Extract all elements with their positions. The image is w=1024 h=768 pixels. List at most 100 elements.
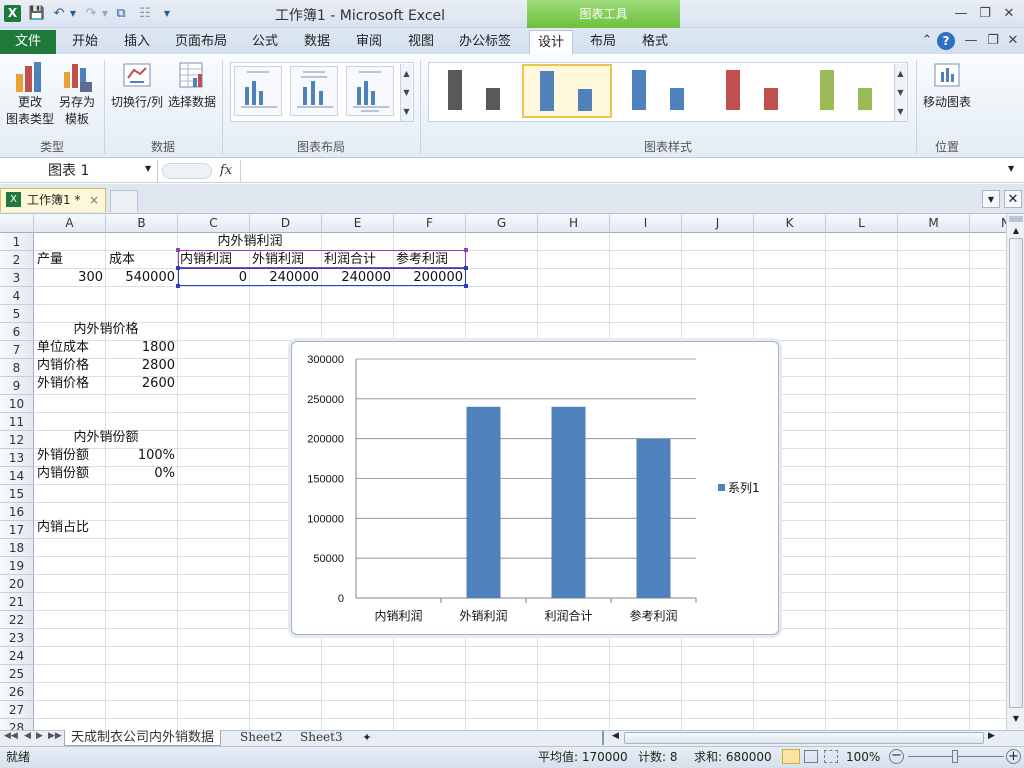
close-window-icon[interactable]: ✕ <box>998 4 1020 24</box>
tab-design[interactable]: 设计 <box>529 30 573 54</box>
change-chart-type-button[interactable]: 更改 图表类型 <box>4 60 56 128</box>
row-header-19[interactable]: 19 <box>0 557 34 575</box>
column-header-G[interactable]: G <box>466 214 538 233</box>
sheet-tab[interactable]: Sheet3 <box>294 730 349 746</box>
cell-A9[interactable]: 外销价格 <box>37 375 89 393</box>
tab-format[interactable]: 格式 <box>634 30 676 54</box>
scroll-right-icon[interactable]: ▶ <box>988 731 995 741</box>
range-handle[interactable] <box>464 248 468 252</box>
normal-view-icon[interactable] <box>782 749 800 764</box>
save-as-template-button[interactable]: 另存为 模板 <box>56 60 98 128</box>
row-header-4[interactable]: 4 <box>0 287 34 305</box>
column-header-A[interactable]: A <box>34 214 106 233</box>
cell-B7[interactable]: 1800 <box>106 339 175 357</box>
row-header-21[interactable]: 21 <box>0 593 34 611</box>
row-header-1[interactable]: 1 <box>0 233 34 251</box>
split-box[interactable] <box>1009 216 1023 222</box>
formula-input[interactable] <box>240 160 1006 182</box>
column-chart[interactable]: 300000 250000 200000 150000 100000 50000 0 内销利润… <box>292 342 778 634</box>
column-header-L[interactable]: L <box>826 214 898 233</box>
scroll-down-icon[interactable]: ▼ <box>1008 712 1024 726</box>
tab-file[interactable]: 文件 <box>0 30 56 54</box>
cell-B2[interactable]: 成本 <box>109 251 135 269</box>
copy-icon[interactable]: ⧉ <box>112 5 130 23</box>
customize-qat-icon[interactable]: ▼ <box>158 5 176 23</box>
row-header-14[interactable]: 14 <box>0 467 34 485</box>
column-header-H[interactable]: H <box>538 214 610 233</box>
tab-split-handle[interactable] <box>602 731 608 745</box>
workbook-close-icon[interactable]: ✕ <box>1002 31 1024 51</box>
switch-row-column-button[interactable]: 切换行/列 <box>108 60 166 111</box>
cell-A8[interactable]: 内销价格 <box>37 357 89 375</box>
range-handle[interactable] <box>464 284 468 288</box>
first-sheet-icon[interactable]: ◀◀ <box>4 731 18 741</box>
select-data-button[interactable]: 选择数据 <box>166 60 218 111</box>
move-chart-button[interactable]: 移动图表 <box>920 60 974 111</box>
range-handle[interactable] <box>464 266 468 270</box>
row-header-5[interactable]: 5 <box>0 305 34 323</box>
expand-formula-bar-icon[interactable]: ▼ <box>1008 164 1014 173</box>
row-header-12[interactable]: 12 <box>0 431 34 449</box>
column-header-B[interactable]: B <box>106 214 178 233</box>
layout-gallery-more-icon[interactable]: ▼ <box>400 102 412 121</box>
chart-style-5[interactable] <box>804 64 894 118</box>
undo-dropdown-icon[interactable]: ▼ <box>64 5 82 23</box>
cell-A2[interactable]: 产量 <box>37 251 63 269</box>
row-header-26[interactable]: 26 <box>0 683 34 701</box>
row-header-27[interactable]: 27 <box>0 701 34 719</box>
row-header-11[interactable]: 11 <box>0 413 34 431</box>
excel-app-icon[interactable]: X <box>4 5 21 22</box>
workbook-tab[interactable]: X 工作簿1 * × <box>0 188 106 212</box>
prev-sheet-icon[interactable]: ◀ <box>24 731 31 741</box>
cell-B8[interactable]: 2800 <box>106 357 175 375</box>
scroll-up-icon[interactable]: ▲ <box>1008 224 1024 238</box>
new-workbook-tab[interactable] <box>110 190 138 212</box>
page-break-view-icon[interactable] <box>824 750 838 763</box>
tab-list-dropdown-icon[interactable]: ▼ <box>982 190 1000 208</box>
range-handle[interactable] <box>176 266 180 270</box>
row-header-7[interactable]: 7 <box>0 341 34 359</box>
minimize-ribbon-icon[interactable]: ⌃ <box>916 31 938 51</box>
column-header-F[interactable]: F <box>394 214 466 233</box>
column-header-M[interactable]: M <box>898 214 970 233</box>
zoom-level[interactable]: 100% <box>846 748 880 766</box>
cell-A14[interactable]: 内销份额 <box>37 465 89 483</box>
row-header-6[interactable]: 6 <box>0 323 34 341</box>
select-all-corner[interactable] <box>0 214 34 233</box>
column-header-N[interactable]: N <box>970 214 1006 233</box>
close-all-tabs-icon[interactable]: ✕ <box>1004 190 1022 208</box>
row-header-22[interactable]: 22 <box>0 611 34 629</box>
tab-review[interactable]: 审阅 <box>348 30 390 54</box>
page-layout-view-icon[interactable] <box>804 750 818 763</box>
row-header-9[interactable]: 9 <box>0 377 34 395</box>
workbook-minimize-icon[interactable]: — <box>960 31 982 51</box>
row-header-16[interactable]: 16 <box>0 503 34 521</box>
tab-layout[interactable]: 布局 <box>582 30 624 54</box>
cell-A7[interactable]: 单位成本 <box>37 339 89 357</box>
cell-C1[interactable]: 内外销利润 <box>178 233 322 251</box>
column-header-J[interactable]: J <box>682 214 754 233</box>
layout-gallery-up-icon[interactable]: ▲ <box>400 64 412 83</box>
next-sheet-icon[interactable]: ▶ <box>36 731 43 741</box>
range-handle[interactable] <box>176 284 180 288</box>
insert-sheet-icon[interactable]: ✦ <box>358 731 376 745</box>
formula-bar-splitter[interactable] <box>162 163 212 179</box>
row-header-23[interactable]: 23 <box>0 629 34 647</box>
tab-insert[interactable]: 插入 <box>116 30 158 54</box>
vertical-scroll-thumb[interactable] <box>1009 238 1023 708</box>
sheet-tab[interactable]: Sheet2 <box>234 730 289 746</box>
chart-style-3[interactable] <box>616 64 706 118</box>
row-header-18[interactable]: 18 <box>0 539 34 557</box>
vertical-scrollbar[interactable]: ▲ ▼ <box>1006 214 1024 730</box>
cell-B9[interactable]: 2600 <box>106 375 175 393</box>
style-gallery-down-icon[interactable]: ▼ <box>894 83 906 102</box>
row-header-3[interactable]: 3 <box>0 269 34 287</box>
cell-A12[interactable]: 内外销份额 <box>34 429 178 447</box>
row-header-8[interactable]: 8 <box>0 359 34 377</box>
cell-A13[interactable]: 外销份额 <box>37 447 89 465</box>
column-header-E[interactable]: E <box>322 214 394 233</box>
paste-icon[interactable]: ☷ <box>136 5 154 23</box>
chart-layout-1[interactable] <box>234 66 282 116</box>
name-box-dropdown-icon[interactable]: ▼ <box>145 164 151 173</box>
name-box[interactable]: 图表 1 <box>0 160 158 182</box>
